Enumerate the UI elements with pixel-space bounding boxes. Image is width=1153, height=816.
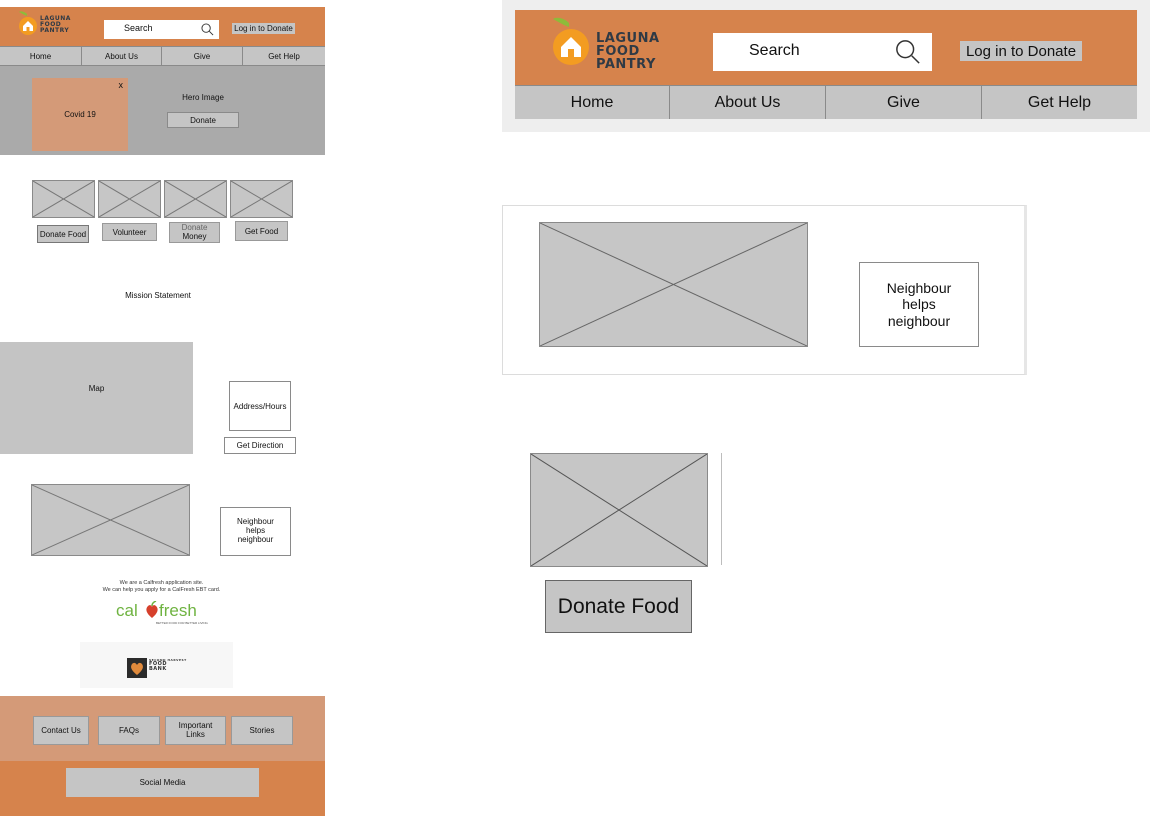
food-bank-logo[interactable]: SECOND HARVEST FOOD BANK (127, 658, 197, 680)
map[interactable]: Map (0, 342, 193, 454)
logo-line3: PANTRY (40, 27, 70, 34)
mobile-wireframe: LAGUNA FOOD PANTRY Search Log in to Dona… (0, 7, 325, 816)
detail-neighbour-panel: Neighbour helps neighbour (502, 205, 1027, 375)
footer-links-section: Contact Us FAQs Important Links Stories (0, 696, 325, 761)
mission-statement: Mission Statement (125, 291, 191, 300)
hero-donate-button[interactable]: Donate (167, 112, 239, 128)
heart-hands-icon (127, 658, 147, 678)
mobile-nav: Home About Us Give Get Help (0, 46, 325, 66)
hero-image-label: Hero Image (182, 93, 224, 102)
logo[interactable]: LAGUNA FOOD PANTRY (18, 11, 88, 41)
placeholder-image-icon (32, 485, 189, 555)
food-bank-logo-area: SECOND HARVEST FOOD BANK (80, 642, 233, 688)
important-links-button[interactable]: Important Links (165, 716, 226, 745)
detail-search-input[interactable]: Search (713, 33, 932, 71)
neighbour-image (31, 484, 190, 556)
detail-neighbour-box: Neighbour helps neighbour (859, 262, 979, 347)
get-direction-button[interactable]: Get Direction (224, 437, 296, 454)
get-food-button[interactable]: Get Food (235, 221, 288, 241)
placeholder-image-icon (165, 181, 226, 217)
calfresh-text: We are a Calfresh application site. We c… (102, 580, 221, 593)
contact-us-button[interactable]: Contact Us (33, 716, 89, 745)
nav-item-get-help[interactable]: Get Help (243, 47, 325, 65)
placeholder-image-icon (531, 454, 707, 566)
covid-label: Covid 19 (64, 110, 96, 119)
faqs-button[interactable]: FAQs (98, 716, 160, 745)
nav-item-give[interactable]: Give (162, 47, 243, 65)
detail-nav-item-about-us[interactable]: About Us (670, 86, 826, 119)
action-image-2 (98, 180, 161, 218)
footer-social-section: Social Media (0, 761, 325, 816)
donate-money-button[interactable]: Donate Money (169, 222, 220, 243)
detail-donate-food-button[interactable]: Donate Food (545, 580, 692, 633)
detail-logo[interactable]: LAGUNA FOOD PANTRY (550, 17, 670, 77)
action-image-1 (32, 180, 95, 218)
detail-divider (721, 453, 722, 565)
search-icon[interactable] (201, 23, 214, 36)
detail-nav: Home About Us Give Get Help (515, 85, 1137, 119)
action-image-4 (230, 180, 293, 218)
donate-food-button[interactable]: Donate Food (37, 225, 89, 243)
address-hours-box: Address/Hours (229, 381, 291, 431)
placeholder-image-icon (540, 223, 807, 346)
placeholder-image-icon (99, 181, 160, 217)
detail-nav-item-home[interactable]: Home (515, 86, 670, 119)
covid-close-button[interactable]: x (119, 80, 124, 90)
hero-section: x Covid 19 Hero Image Donate (0, 66, 325, 155)
logo-icon (553, 17, 589, 65)
volunteer-button[interactable]: Volunteer (102, 223, 157, 241)
search-placeholder: Search (124, 23, 153, 33)
logo-icon (19, 11, 37, 35)
detail-header: LAGUNA FOOD PANTRY Search Log in to Dona… (515, 10, 1137, 85)
placeholder-image-icon (33, 181, 94, 217)
action-image-3 (164, 180, 227, 218)
calfresh-logo[interactable]: cal fresh BETTER FOOD FOR BETTER LIVING (116, 599, 210, 629)
detail-neighbour-image (539, 222, 808, 347)
logo-line3: PANTRY (596, 57, 656, 72)
search-input[interactable]: Search (104, 20, 219, 39)
detail-nav-item-get-help[interactable]: Get Help (982, 86, 1137, 119)
social-media-button[interactable]: Social Media (66, 768, 259, 797)
detail-nav-item-give[interactable]: Give (826, 86, 982, 119)
login-to-donate-button[interactable]: Log in to Donate (232, 23, 295, 34)
heart-vegetable-icon (146, 601, 158, 618)
detail-donate-food-image (530, 453, 708, 567)
nav-item-about-us[interactable]: About Us (82, 47, 162, 65)
placeholder-image-icon (231, 181, 292, 217)
search-icon[interactable] (895, 39, 921, 65)
detail-login-to-donate-button[interactable]: Log in to Donate (960, 41, 1082, 61)
stories-button[interactable]: Stories (231, 716, 293, 745)
detail-header-panel: LAGUNA FOOD PANTRY Search Log in to Dona… (502, 0, 1150, 132)
neighbour-box: Neighbour helps neighbour (220, 507, 291, 556)
mobile-header: LAGUNA FOOD PANTRY Search Log in to Dona… (0, 7, 325, 46)
nav-item-home[interactable]: Home (0, 47, 82, 65)
covid-popup[interactable]: x Covid 19 (32, 78, 128, 151)
